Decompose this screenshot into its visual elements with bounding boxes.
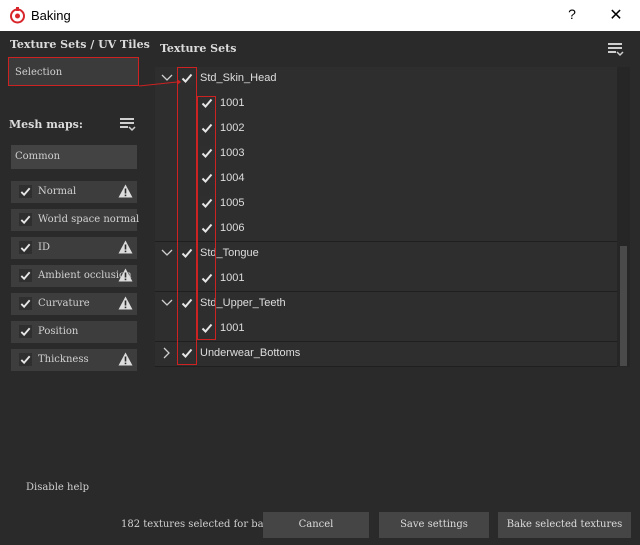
mesh-map-label: World space normal — [38, 214, 140, 225]
warning-icon — [118, 352, 133, 366]
status-text: 182 textures selected for baking — [121, 519, 286, 530]
warning-icon — [118, 184, 133, 198]
common-tab[interactable]: Common — [11, 145, 137, 169]
texture-set-name: Underwear_Bottoms — [200, 347, 301, 359]
uv-tile-row[interactable]: 1001 — [155, 266, 617, 291]
help-button[interactable]: ? — [562, 6, 582, 22]
substance-logo-icon — [10, 7, 25, 24]
texture-set-row[interactable]: Underwear_Bottoms — [155, 341, 617, 366]
mesh-map-item[interactable]: ID — [11, 237, 137, 259]
mesh-map-item[interactable]: Position — [11, 321, 137, 343]
texture-set-row[interactable]: Std_Upper_Teeth — [155, 291, 617, 316]
mesh-map-checkbox[interactable] — [19, 241, 32, 254]
uv-tile-label: 1005 — [220, 197, 245, 209]
texture-sets-uv-tiles-heading: Texture Sets / UV Tiles — [10, 38, 150, 51]
mesh-map-item[interactable]: Ambient occlusion — [11, 265, 137, 287]
mesh-map-item[interactable]: Curvature — [11, 293, 137, 315]
mesh-map-checkbox[interactable] — [19, 325, 32, 338]
selection-item[interactable]: Selection — [8, 57, 139, 86]
uv-tile-row[interactable]: 1002 — [155, 116, 617, 141]
texture-set-row[interactable]: Std_Skin_Head — [155, 66, 617, 91]
uv-tile-row[interactable]: 1003 — [155, 141, 617, 166]
mesh-map-label: Position — [38, 326, 79, 337]
texture-set-row[interactable]: Std_Tongue — [155, 241, 617, 266]
baking-dialog-body: Texture Sets / UV Tiles Selection Mesh m… — [0, 31, 640, 545]
title-bar: Baking ? ✕ — [0, 0, 640, 31]
tree-scrollbar-thumb[interactable] — [620, 246, 627, 366]
mesh-map-checkbox[interactable] — [19, 185, 32, 198]
annotation-box-tile-checkboxes — [197, 96, 216, 340]
uv-tile-row[interactable]: 1006 — [155, 216, 617, 241]
mesh-map-checkbox[interactable] — [19, 353, 32, 366]
uv-tile-row[interactable]: 1001 — [155, 316, 617, 341]
mesh-map-label: ID — [38, 242, 50, 253]
mesh-map-label: Thickness — [38, 354, 89, 365]
disable-help-link[interactable]: Disable help — [26, 482, 89, 493]
row-separator — [155, 366, 617, 367]
uv-tile-label: 1004 — [220, 172, 245, 184]
mesh-map-item[interactable]: Normal — [11, 181, 137, 203]
texture-sets-heading: Texture Sets — [160, 42, 237, 55]
mesh-map-checkbox[interactable] — [19, 297, 32, 310]
warning-icon — [118, 240, 133, 254]
uv-tile-row[interactable]: 1005 — [155, 191, 617, 216]
annotation-arrow — [139, 79, 181, 87]
mesh-map-label: Curvature — [38, 298, 90, 309]
texture-set-name: Std_Skin_Head — [200, 72, 277, 84]
uv-tile-label: 1001 — [220, 272, 245, 284]
uv-tile-label: 1003 — [220, 147, 245, 159]
window-title: Baking — [31, 8, 71, 23]
annotation-box-set-checkboxes — [177, 67, 197, 365]
uv-tile-label: 1001 — [220, 322, 245, 334]
uv-tile-label: 1001 — [220, 97, 245, 109]
mesh-map-item[interactable]: Thickness — [11, 349, 137, 371]
cancel-button[interactable]: Cancel — [263, 512, 369, 538]
list-settings-icon[interactable] — [120, 117, 136, 132]
close-button[interactable]: ✕ — [603, 5, 629, 25]
mesh-maps-heading: Mesh maps: — [9, 118, 83, 131]
mesh-map-checkbox[interactable] — [19, 269, 32, 282]
bake-selected-textures-button[interactable]: Bake selected textures — [498, 512, 631, 538]
uv-tile-row[interactable]: 1001 — [155, 91, 617, 116]
chevron-down-icon[interactable] — [161, 247, 173, 259]
chevron-down-icon[interactable] — [161, 297, 173, 309]
save-settings-button[interactable]: Save settings — [379, 512, 489, 538]
uv-tile-label: 1006 — [220, 222, 245, 234]
uv-tile-row[interactable]: 1004 — [155, 166, 617, 191]
warning-icon — [118, 268, 133, 282]
mesh-map-item[interactable]: World space normal — [11, 209, 140, 231]
mesh-map-label: Normal — [38, 186, 77, 197]
warning-icon — [118, 296, 133, 310]
mesh-map-checkbox[interactable] — [19, 213, 32, 226]
chevron-right-icon[interactable] — [161, 347, 173, 359]
uv-tile-label: 1002 — [220, 122, 245, 134]
texture-sets-options-icon[interactable] — [608, 42, 624, 57]
